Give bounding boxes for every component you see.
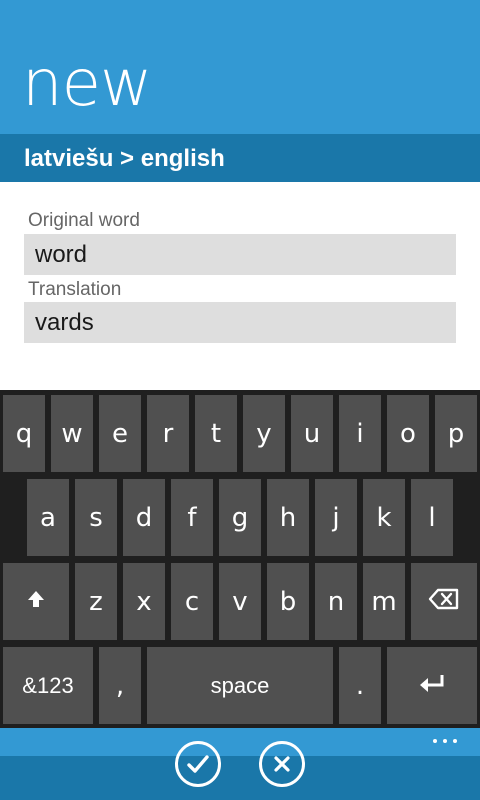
key-x[interactable]: x — [123, 563, 165, 640]
key-e[interactable]: e — [99, 395, 141, 472]
shift-arrow-icon — [25, 587, 47, 617]
key-o[interactable]: o — [387, 395, 429, 472]
close-icon[interactable] — [259, 741, 305, 787]
key-j[interactable]: j — [315, 479, 357, 556]
key-p[interactable]: p — [435, 395, 477, 472]
backspace-icon — [428, 587, 460, 617]
key-y[interactable]: y — [243, 395, 285, 472]
key-q[interactable]: q — [3, 395, 45, 472]
original-word-field[interactable]: word — [24, 234, 456, 275]
key-v[interactable]: v — [219, 563, 261, 640]
period-key[interactable]: . — [339, 647, 381, 724]
key-l[interactable]: l — [411, 479, 453, 556]
key-r[interactable]: r — [147, 395, 189, 472]
key-t[interactable]: t — [195, 395, 237, 472]
translation-label: Translation — [28, 279, 122, 300]
key-w[interactable]: w — [51, 395, 93, 472]
check-icon[interactable] — [175, 741, 221, 787]
key-d[interactable]: d — [123, 479, 165, 556]
appbar — [0, 756, 480, 800]
key-f[interactable]: f — [171, 479, 213, 556]
key-n[interactable]: n — [315, 563, 357, 640]
ellipsis-icon[interactable] — [430, 736, 460, 746]
key-z[interactable]: z — [75, 563, 117, 640]
key-a[interactable]: a — [27, 479, 69, 556]
page-title: new — [22, 47, 152, 121]
key-m[interactable]: m — [363, 563, 405, 640]
comma-key[interactable]: , — [99, 647, 141, 724]
enter-key[interactable] — [387, 647, 477, 724]
key-k[interactable]: k — [363, 479, 405, 556]
key-s[interactable]: s — [75, 479, 117, 556]
key-g[interactable]: g — [219, 479, 261, 556]
language-pair: latviešu > english — [24, 145, 225, 172]
backspace-key[interactable] — [411, 563, 477, 640]
enter-arrow-icon — [418, 671, 446, 701]
translation-field[interactable]: vards — [24, 302, 456, 343]
appbar-handle — [0, 728, 480, 756]
key-i[interactable]: i — [339, 395, 381, 472]
key-u[interactable]: u — [291, 395, 333, 472]
shift-key[interactable] — [3, 563, 69, 640]
symbols-key[interactable]: &123 — [3, 647, 93, 724]
key-h[interactable]: h — [267, 479, 309, 556]
key-c[interactable]: c — [171, 563, 213, 640]
space-key[interactable]: space — [147, 647, 333, 724]
key-b[interactable]: b — [267, 563, 309, 640]
original-word-label: Original word — [28, 210, 140, 231]
